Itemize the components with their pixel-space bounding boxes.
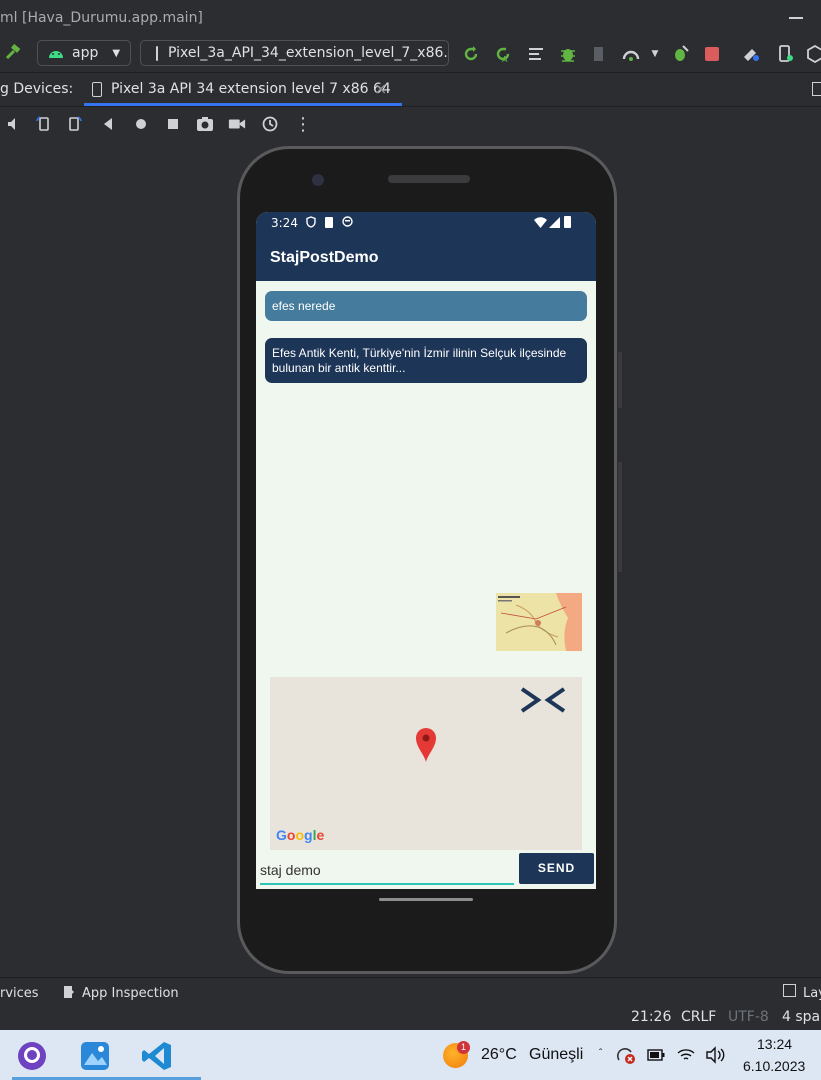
message-input-row: staj demo SEND [256,851,596,889]
message-input[interactable]: staj demo [260,857,514,885]
chat-message-bot: Efes Antik Kenti, Türkiye'nin İzmir ilin… [265,338,587,383]
tab-label: Pixel 3a API 34 extension level 7 x86 64 [111,81,391,97]
weather-description[interactable]: Güneşli [529,1046,583,1064]
network-disconnected-icon[interactable] [616,1046,635,1064]
active-tab-indicator [84,103,402,106]
svg-text:A: A [502,55,508,63]
snapshot-history-icon[interactable] [261,115,279,133]
map-view[interactable]: Google [270,677,582,850]
run-config-label: app [72,45,99,61]
app-title: StajPostDemo [270,249,379,266]
overview-icon[interactable] [164,115,182,133]
face-icon [342,216,353,227]
device-manager-sync-icon[interactable] [742,45,760,63]
attach-debugger-icon[interactable] [622,45,640,63]
phone-screen: 3:24 StajPostDemo efes nerede Efes Antik… [256,212,596,889]
main-toolbar: app ▼ Pixel_3a_API_34_extension_level_7_… [0,36,821,73]
sdk-manager-icon[interactable] [806,45,821,63]
logcat-list-icon[interactable] [527,45,545,63]
tool-window-layout[interactable]: Lay [803,986,821,1001]
volume-rocker[interactable] [618,462,622,572]
collapse-arrows-icon[interactable] [520,687,566,713]
window-titlebar: ml [Hava_Durumu.app.main] [0,0,821,36]
battery-icon [564,216,571,228]
close-icon[interactable]: × [374,79,387,98]
emulator-controls: ⋮ [0,107,821,141]
tray-overflow-chevron-icon[interactable]: ˆ [599,1048,602,1059]
photos-app[interactable] [75,1036,139,1080]
panel-options-icon[interactable] [812,82,821,96]
app-bar: StajPostDemo [256,234,596,281]
google-logo: Google [276,827,325,843]
device-phone-icon [92,82,102,97]
earpiece-speaker [388,175,470,183]
device-phone-icon [156,45,158,61]
map-pin-icon[interactable] [415,727,437,763]
minimize-button[interactable] [789,17,803,19]
android-status-bar: 3:24 [256,212,596,234]
gesture-nav-handle[interactable] [379,898,473,901]
wifi-icon [534,217,547,228]
signal-icon [549,217,560,228]
front-camera [312,174,324,186]
tool-window-bar: rvices App Inspection Lay [0,977,821,1006]
line-separator[interactable]: CRLF [681,1009,716,1025]
running-devices-tabbar: g Devices: Pixel 3a API 34 extension lev… [0,73,821,107]
stop-icon[interactable] [703,45,721,63]
device-mirroring-icon[interactable] [777,45,795,63]
tool-window-app-inspection[interactable]: App Inspection [82,986,179,1001]
caret-position[interactable]: 21:26 [631,1009,671,1025]
android-icon [48,47,64,59]
weather-temperature[interactable]: 26°C [481,1046,517,1064]
window-title: ml [Hava_Durumu.app.main] [0,10,203,26]
vscode-app[interactable] [137,1036,201,1080]
app-inspection-icon [62,985,74,999]
weather-notification-badge: 1 [457,1041,470,1054]
volume-icon[interactable] [5,115,23,133]
power-button[interactable] [618,352,622,408]
more-vertical-icon[interactable]: ⋮ [294,114,312,135]
wifi-tray-icon[interactable] [677,1046,695,1064]
battery-tray-icon[interactable] [647,1048,665,1062]
github-desktop-app[interactable] [12,1036,76,1080]
indent-setting[interactable]: 4 spac [782,1009,821,1025]
clock-date[interactable]: 6.10.2023 [743,1058,805,1074]
chevron-down-icon: ▼ [112,47,121,59]
android-navigation-bar [256,889,596,911]
rotate-left-icon[interactable] [34,115,52,133]
apply-changes-restart-icon[interactable] [462,45,480,63]
run-config-dropdown[interactable]: app ▼ [37,40,131,66]
screenshot-camera-icon[interactable] [196,115,214,133]
running-devices-label: g Devices: [0,81,74,97]
home-icon[interactable] [132,115,150,133]
screen-record-icon[interactable] [228,115,246,133]
sd-card-icon [325,217,333,228]
back-icon[interactable] [99,115,117,133]
file-encoding[interactable]: UTF-8 [728,1009,769,1025]
build-hammer-icon[interactable] [4,44,22,62]
tool-window-services[interactable]: rvices [0,986,39,1001]
speaker-tray-icon[interactable] [705,1046,725,1064]
rotate-right-icon[interactable] [66,115,84,133]
apply-code-changes-icon[interactable]: A [494,45,512,63]
ide-status-bar: 21:26 CRLF UTF-8 4 spac [0,1005,821,1030]
send-button[interactable]: SEND [519,853,594,884]
device-selector-dropdown[interactable]: Pixel_3a_API_34_extension_level_7_x86... [140,40,449,66]
clock-time[interactable]: 13:24 [757,1036,792,1052]
historical-map-thumbnail[interactable] [496,593,582,651]
windows-taskbar: 1 26°C Güneşli ˆ 13:24 6.10.2023 [0,1030,821,1080]
tab-pixel-3a[interactable]: Pixel 3a API 34 extension level 7 x86 64… [84,73,402,106]
debug-bug-icon[interactable] [559,45,577,63]
profiler-icon[interactable] [591,45,609,63]
layout-inspector-icon [783,984,796,997]
shield-icon [306,216,316,228]
more-dropdown-icon[interactable]: ▼ [646,45,664,63]
chat-message-user: efes nerede [265,291,587,321]
attach-process-bug-icon[interactable] [671,45,689,63]
status-time: 3:24 [271,216,298,230]
device-selector-label: Pixel_3a_API_34_extension_level_7_x86... [168,45,449,61]
